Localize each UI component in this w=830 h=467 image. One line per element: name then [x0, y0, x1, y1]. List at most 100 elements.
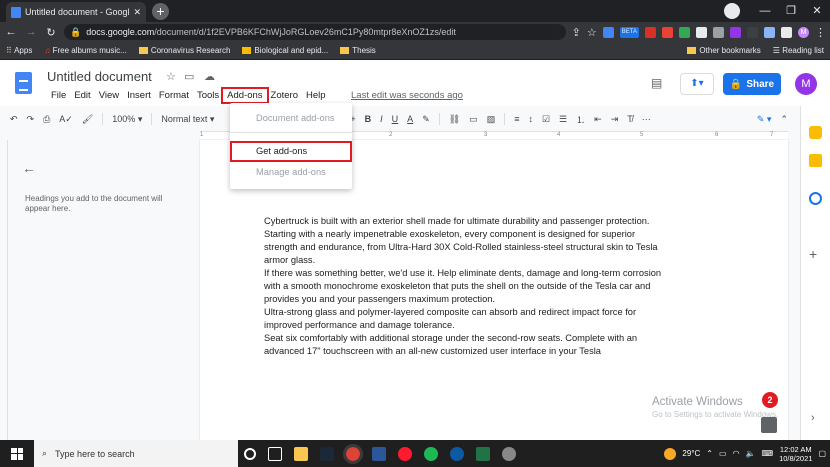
extension-icon[interactable] [747, 26, 758, 38]
indent-decrease-icon[interactable]: ⇤ [594, 114, 602, 125]
indent-increase-icon[interactable]: ⇥ [611, 114, 619, 125]
expand-panel-icon[interactable]: › [811, 412, 815, 424]
last-edit-link[interactable]: Last edit was seconds ago [351, 90, 463, 101]
menu-view[interactable]: View [95, 89, 123, 102]
keep-icon[interactable] [809, 154, 822, 167]
editing-mode-icon[interactable]: ✎ ▾ [757, 114, 772, 125]
notification-badge[interactable]: 2 [762, 392, 778, 408]
word-icon[interactable] [372, 446, 386, 461]
paint-format-icon[interactable]: 🖌 [82, 114, 93, 125]
highlight-icon[interactable]: ✎ [422, 114, 430, 125]
menu-file[interactable]: File [47, 89, 70, 102]
beta-extension-badge[interactable]: BETA [619, 26, 639, 38]
tab-search-icon[interactable] [724, 3, 740, 19]
bookmark-item[interactable]: Biological and epid... [242, 46, 328, 55]
bookmark-item[interactable]: ♫ Free albums music... [44, 46, 126, 55]
menu-kebab-icon[interactable]: ⋮ [815, 26, 826, 39]
menu-format[interactable]: Format [155, 89, 193, 102]
menu-item-get-add-ons[interactable]: Get add-ons [230, 141, 352, 162]
present-button[interactable]: ⬆▾ [680, 73, 714, 95]
chrome-icon[interactable] [343, 443, 363, 464]
temperature[interactable]: 29°C [682, 449, 700, 458]
spotify-icon[interactable] [424, 446, 438, 461]
zoom-select[interactable]: 100% ▾ [112, 114, 142, 125]
extension-icon[interactable] [696, 26, 707, 38]
profile-avatar[interactable]: M [798, 26, 809, 38]
print-icon[interactable]: ⎙ [43, 114, 50, 125]
text-color-icon[interactable]: A [407, 114, 413, 124]
weather-icon[interactable] [664, 447, 677, 460]
language-icon[interactable]: ⌨ [762, 449, 774, 458]
style-select[interactable]: Normal text ▾ [161, 114, 214, 125]
redo-icon[interactable]: ↷ [27, 114, 35, 125]
battery-icon[interactable]: ▭ [719, 449, 727, 458]
reading-list[interactable]: ☰ Reading list [773, 46, 824, 55]
extension-icon[interactable] [713, 26, 724, 38]
close-outline-arrow-icon[interactable]: ← [22, 160, 36, 176]
menu-help[interactable]: Help [302, 89, 330, 102]
minimize-icon[interactable]: — [752, 2, 778, 20]
share-page-icon[interactable]: ⇪ [572, 26, 581, 39]
document-body[interactable]: Cybertruck is built with an exterior she… [264, 215, 664, 358]
tasks-icon[interactable] [809, 192, 822, 205]
other-bookmarks[interactable]: Other bookmarks [687, 46, 761, 55]
menu-item-manage-add-ons[interactable]: Manage add-ons [230, 167, 352, 177]
close-window-icon[interactable]: ✕ [804, 2, 830, 20]
new-tab-button[interactable]: + [152, 3, 169, 20]
menu-zotero[interactable]: Zotero [267, 89, 302, 102]
show-hidden-icons-icon[interactable]: ⌃ [706, 449, 713, 458]
italic-icon[interactable]: I [380, 114, 383, 124]
cortana-icon[interactable] [244, 447, 256, 460]
app-icon[interactable] [502, 446, 516, 461]
spellcheck-icon[interactable]: A✓ [59, 114, 73, 125]
document-title[interactable]: Untitled document [47, 69, 152, 84]
comment-history-icon[interactable]: ▤ [651, 76, 662, 90]
extension-icon[interactable] [645, 26, 656, 38]
menu-add-ons[interactable]: Add-ons [221, 87, 269, 104]
move-folder-icon[interactable]: ▭ [184, 70, 194, 83]
taskbar-search[interactable]: ⌕ Type here to search [34, 440, 238, 467]
calendar-icon[interactable] [809, 126, 822, 139]
bullet-list-icon[interactable]: ☰ [559, 114, 567, 125]
close-tab-icon[interactable]: ✕ [133, 7, 141, 18]
task-view-icon[interactable] [268, 446, 282, 461]
menu-edit[interactable]: Edit [70, 89, 94, 102]
numbered-list-icon[interactable]: ⒈ [576, 113, 585, 126]
address-bar[interactable]: 🔒 docs.google.com/document/d/1f2EVPB6KFC… [64, 24, 566, 40]
restore-icon[interactable]: ❐ [778, 2, 804, 20]
explore-icon[interactable] [761, 417, 777, 433]
clear-format-icon[interactable]: T̸ [627, 114, 633, 124]
share-button[interactable]: 🔒 Share [723, 73, 781, 95]
extension-icon[interactable] [730, 26, 741, 38]
edge-icon[interactable] [450, 446, 464, 461]
bold-icon[interactable]: B [365, 114, 372, 124]
bookmark-folder[interactable]: Coronavirus Research [138, 46, 230, 55]
bookmark-folder[interactable]: Thesis [340, 46, 376, 55]
reload-icon[interactable]: ↻ [44, 26, 58, 39]
menu-insert[interactable]: Insert [123, 89, 155, 102]
forward-icon[interactable]: → [24, 26, 38, 38]
volume-icon[interactable]: 🔈 [746, 449, 756, 458]
browser-tab[interactable]: Untitled document - Google Do ✕ [6, 2, 146, 22]
align-icon[interactable]: ≡ [514, 114, 519, 124]
file-explorer-icon[interactable] [294, 446, 308, 461]
bookmark-apps[interactable]: ⠿ Apps [6, 46, 32, 55]
collapse-toolbar-icon[interactable]: ⌃ [780, 114, 788, 125]
opera-icon[interactable] [398, 446, 412, 461]
checklist-icon[interactable]: ☑ [542, 114, 550, 125]
avatar[interactable]: M [795, 73, 817, 95]
steam-icon[interactable] [320, 446, 334, 461]
extension-icon[interactable] [602, 26, 614, 38]
start-button[interactable] [0, 440, 34, 467]
extension-icon[interactable] [764, 26, 775, 38]
add-addon-icon[interactable]: + [809, 246, 817, 262]
excel-icon[interactable] [476, 446, 490, 461]
comment-icon[interactable]: ▭ [469, 114, 478, 125]
underline-icon[interactable]: U [392, 114, 399, 124]
extension-icon[interactable] [679, 26, 690, 38]
puzzle-icon[interactable] [781, 26, 792, 38]
wifi-icon[interactable]: ◠ [733, 449, 740, 458]
image-icon[interactable]: ▨ [487, 114, 496, 125]
undo-icon[interactable]: ↶ [10, 114, 18, 125]
vertical-ruler[interactable] [0, 140, 8, 440]
